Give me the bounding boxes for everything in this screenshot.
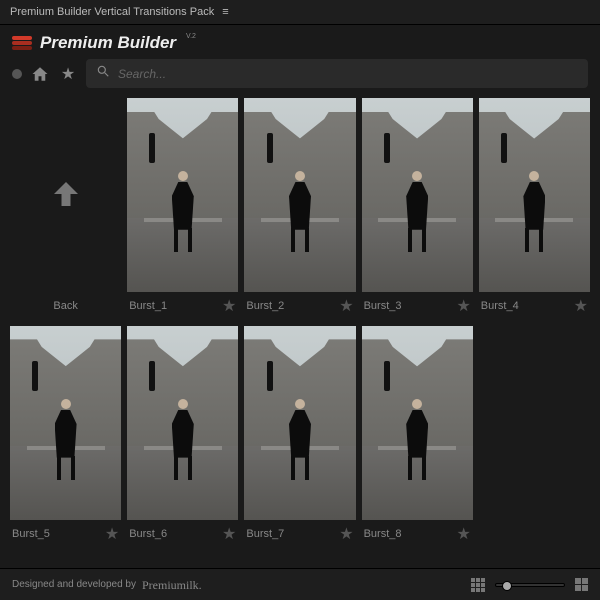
grid-item[interactable]: Burst_5 ★ xyxy=(10,326,121,548)
home-icon[interactable] xyxy=(30,64,50,84)
brand-name: Premium Builder xyxy=(40,33,176,53)
thumbnail[interactable] xyxy=(479,98,590,292)
star-icon[interactable]: ★ xyxy=(105,524,119,544)
thumbnail[interactable] xyxy=(127,98,238,292)
toolbar: ★ xyxy=(0,55,600,98)
window-title: Premium Builder Vertical Transitions Pac… xyxy=(10,6,214,18)
thumbnail[interactable] xyxy=(244,98,355,292)
back-button[interactable]: Back xyxy=(10,98,121,320)
star-icon[interactable]: ★ xyxy=(339,296,353,316)
item-label: Burst_2 xyxy=(246,300,284,312)
grid-item[interactable]: Burst_4 ★ xyxy=(479,98,590,320)
title-bar: Premium Builder Vertical Transitions Pac… xyxy=(0,0,600,25)
up-arrow-icon xyxy=(48,176,84,221)
small-grid-icon[interactable] xyxy=(471,578,485,592)
star-icon[interactable]: ★ xyxy=(339,524,353,544)
favorites-icon[interactable]: ★ xyxy=(58,64,78,84)
star-icon[interactable]: ★ xyxy=(456,524,470,544)
thumbnail[interactable] xyxy=(10,326,121,520)
status-dot xyxy=(12,69,22,79)
item-label: Burst_7 xyxy=(246,528,284,540)
item-label: Burst_4 xyxy=(481,300,519,312)
grid-item[interactable]: Burst_6 ★ xyxy=(127,326,238,548)
search-icon xyxy=(96,64,110,83)
brand-row: Premium Builder V.2 xyxy=(0,25,600,55)
search-input[interactable] xyxy=(118,67,578,81)
grid-item[interactable]: Burst_2 ★ xyxy=(244,98,355,320)
star-icon[interactable]: ★ xyxy=(456,296,470,316)
star-icon[interactable]: ★ xyxy=(222,296,236,316)
thumbnail[interactable] xyxy=(362,326,473,520)
grid-item[interactable]: Burst_1 ★ xyxy=(127,98,238,320)
thumbnail-grid: Back Burst_1 ★ Burst_2 ★ Burst_3 ★ Burst_4 ★ xyxy=(10,98,590,548)
hamburger-icon[interactable]: ≡ xyxy=(222,6,229,18)
grid-size-controls xyxy=(471,578,588,592)
item-label: Burst_3 xyxy=(364,300,402,312)
brand-version: V.2 xyxy=(186,33,196,40)
large-grid-icon[interactable] xyxy=(575,578,588,591)
grid-item[interactable]: Burst_7 ★ xyxy=(244,326,355,548)
star-icon[interactable]: ★ xyxy=(222,524,236,544)
search-box[interactable] xyxy=(86,59,588,88)
item-label: Burst_1 xyxy=(129,300,167,312)
thumbnail[interactable] xyxy=(127,326,238,520)
item-label: Burst_5 xyxy=(12,528,50,540)
thumbnail-size-slider[interactable] xyxy=(495,583,565,587)
star-icon[interactable]: ★ xyxy=(574,296,588,316)
item-label: Burst_8 xyxy=(364,528,402,540)
footer-credit: Premiumilk. xyxy=(142,578,202,593)
thumbnail[interactable] xyxy=(244,326,355,520)
grid-item[interactable]: Burst_3 ★ xyxy=(362,98,473,320)
back-label: Back xyxy=(53,300,77,312)
thumbnail[interactable] xyxy=(362,98,473,292)
item-label: Burst_6 xyxy=(129,528,167,540)
footer-text: Designed and developed by xyxy=(12,579,136,590)
logo-icon xyxy=(12,33,32,53)
grid-item[interactable]: Burst_8 ★ xyxy=(362,326,473,548)
footer: Designed and developed by Premiumilk. xyxy=(0,568,600,600)
